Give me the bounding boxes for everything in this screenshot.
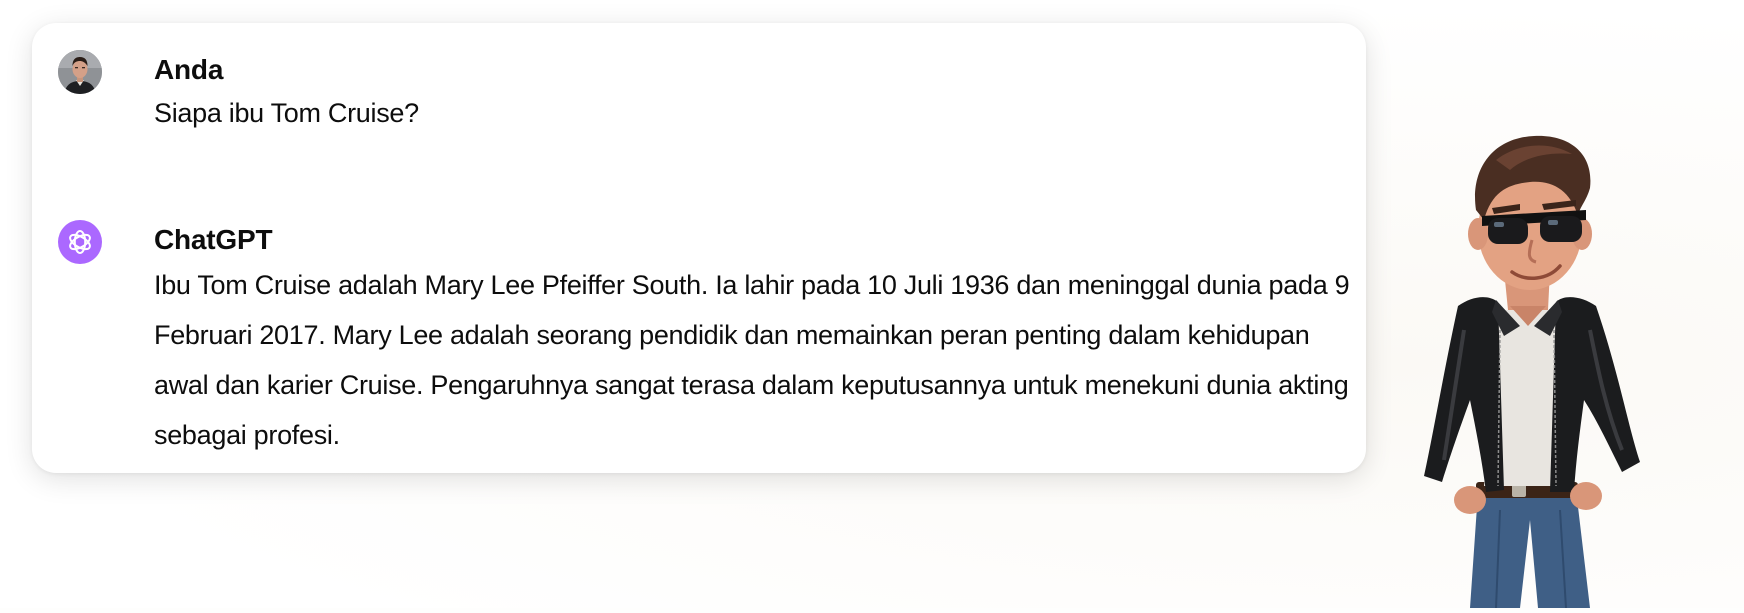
- cartoon-man-icon: [1424, 135, 1640, 609]
- page-background: Anda Siapa ibu Tom Cruise? ChatGPT Ibu T…: [0, 0, 1744, 609]
- assistant-author-name: ChatGPT: [154, 224, 273, 255]
- assistant-message-text: Ibu Tom Cruise adalah Mary Lee Pfeiffer …: [154, 270, 1350, 450]
- assistant-avatar: [58, 220, 102, 264]
- cartoon-character-illustration: [1400, 130, 1670, 609]
- user-author-name: Anda: [154, 54, 224, 85]
- user-avatar: [58, 50, 102, 94]
- user-message-text: Siapa ibu Tom Cruise?: [154, 98, 419, 128]
- openai-logo-icon: [69, 230, 91, 254]
- user-photo-icon: [58, 50, 102, 94]
- chat-card: Anda Siapa ibu Tom Cruise? ChatGPT Ibu T…: [32, 23, 1366, 473]
